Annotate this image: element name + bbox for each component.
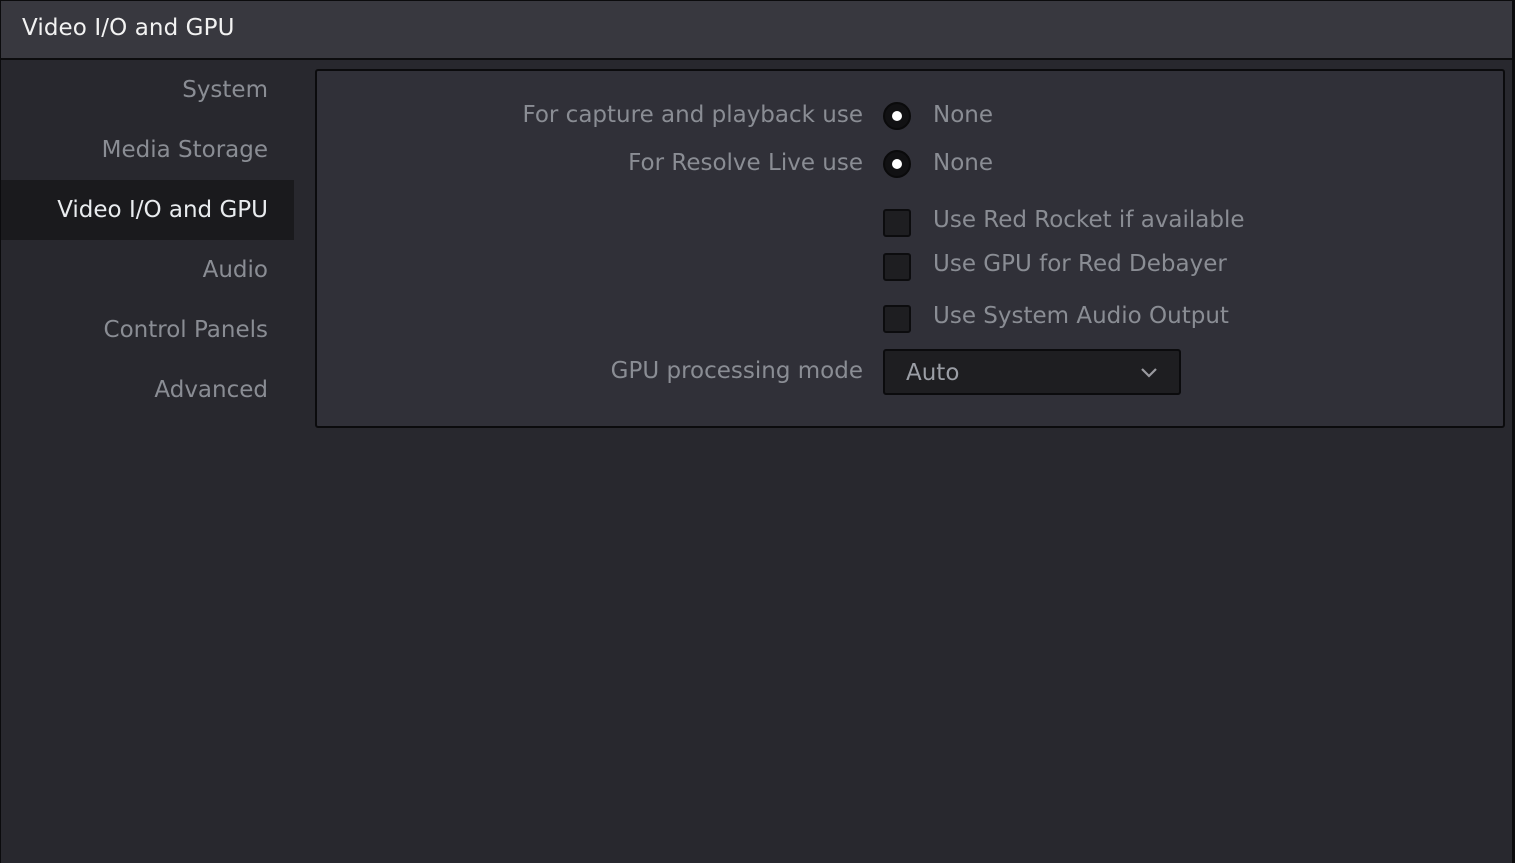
preferences-window: Video I/O and GPU System Media Storage V… (0, 0, 1515, 863)
sidebar-item-audio[interactable]: Audio (1, 240, 294, 300)
red-rocket-checkbox[interactable] (883, 209, 911, 237)
capture-playback-option[interactable]: None (933, 102, 993, 128)
sidebar-item-control-panels[interactable]: Control Panels (1, 300, 294, 360)
gpu-red-debayer-label[interactable]: Use GPU for Red Debayer (933, 251, 1227, 277)
settings-panel: For capture and playback use None For Re… (315, 69, 1505, 428)
gpu-red-debayer-checkbox[interactable] (883, 253, 911, 281)
resolve-live-label: For Resolve Live use (628, 150, 863, 176)
system-audio-checkbox[interactable] (883, 305, 911, 333)
window-title: Video I/O and GPU (22, 15, 235, 41)
sidebar-item-video-io-gpu[interactable]: Video I/O and GPU (1, 180, 294, 240)
gpu-mode-label: GPU processing mode (610, 358, 863, 384)
title-bar: Video I/O and GPU (1, 1, 1512, 60)
sidebar-item-advanced[interactable]: Advanced (1, 360, 294, 420)
gpu-mode-value: Auto (906, 360, 960, 386)
capture-playback-radio[interactable] (883, 102, 911, 130)
resolve-live-radio[interactable] (883, 150, 911, 178)
red-rocket-label[interactable]: Use Red Rocket if available (933, 207, 1245, 233)
chevron-down-icon (1141, 368, 1157, 378)
resolve-live-option[interactable]: None (933, 150, 993, 176)
sidebar-item-system[interactable]: System (1, 60, 294, 120)
sidebar: System Media Storage Video I/O and GPU A… (1, 60, 294, 420)
system-audio-label[interactable]: Use System Audio Output (933, 303, 1229, 329)
sidebar-item-media-storage[interactable]: Media Storage (1, 120, 294, 180)
gpu-mode-select[interactable]: Auto (883, 349, 1181, 395)
capture-playback-label: For capture and playback use (522, 102, 863, 128)
